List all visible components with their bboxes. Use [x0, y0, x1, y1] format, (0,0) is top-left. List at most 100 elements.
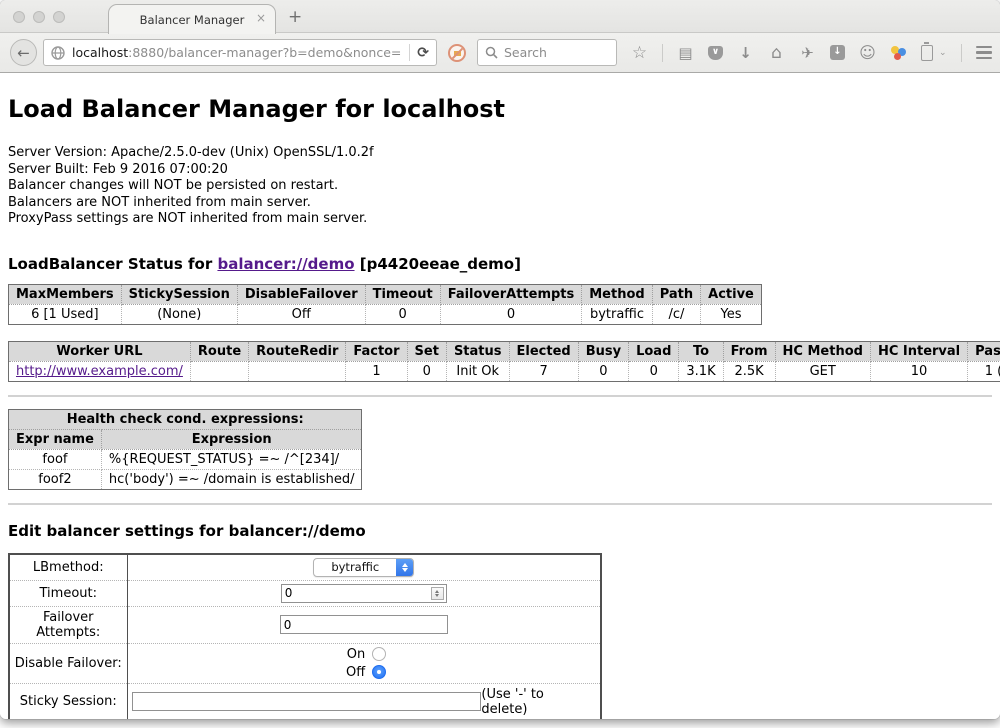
radio-on-label: On [341, 647, 365, 662]
back-button[interactable]: ← [10, 39, 37, 66]
col-expr-name: Expr name [9, 429, 102, 449]
cell-expr-name: foof [9, 449, 102, 469]
dropdown-caret-icon[interactable]: ⌄ [939, 48, 947, 58]
sticky-delete-hint: (Use '-' to delete) [481, 687, 596, 717]
number-spinner-icon[interactable] [431, 587, 444, 600]
health-row: foof2 hc('body') =~ /domain is establish… [9, 469, 362, 489]
home-icon[interactable]: ⌂ [768, 45, 785, 61]
health-title-row: Health check cond. expressions: [9, 409, 362, 429]
zoom-window-button[interactable] [53, 11, 65, 23]
page-content: Load Balancer Manager for localhost Serv… [0, 73, 1000, 719]
status-heading-suffix: [p4420eeae_demo] [355, 255, 521, 273]
col-set: Set [407, 341, 446, 361]
timeout-label: Timeout: [9, 580, 127, 606]
pocket-icon[interactable]: ∨ [708, 46, 723, 60]
cell-passes: 1 (0) [968, 361, 1000, 381]
col-worker-url: Worker URL [9, 341, 191, 361]
search-input[interactable] [504, 45, 604, 60]
failover-attempts-label: Failover Attempts: [9, 606, 127, 643]
col-routeredir: RouteRedir [249, 341, 346, 361]
divider [8, 503, 992, 505]
worker-row: http://www.example.com/ 1 0 Init Ok 7 0 … [9, 361, 1000, 381]
cell-expr-name: foof2 [9, 469, 102, 489]
table-header-row: MaxMembers StickySession DisableFailover… [9, 284, 762, 304]
col-hc-method: HC Method [775, 341, 870, 361]
sticky-session-label: Sticky Session: [9, 683, 127, 719]
cell-path: /c/ [652, 304, 700, 324]
page-title: Load Balancer Manager for localhost [8, 95, 992, 123]
proxypass-notice: ProxyPass settings are NOT inherited fro… [8, 211, 992, 228]
new-tab-button[interactable]: + [288, 7, 302, 27]
cell-from: 2.5K [723, 361, 775, 381]
worker-url-link[interactable]: http://www.example.com/ [16, 364, 183, 379]
timeout-input[interactable] [281, 584, 447, 603]
disable-failover-on-radio[interactable] [372, 647, 386, 661]
server-info: Server Version: Apache/2.5.0-dev (Unix) … [8, 145, 992, 228]
tab-close-icon[interactable]: × [256, 12, 266, 24]
colored-dots-icon[interactable] [890, 45, 907, 61]
balancer-demo-link[interactable]: balancer://demo [217, 255, 354, 273]
col-passes: Passes [968, 341, 1000, 361]
plugin-blocked-icon[interactable] [448, 44, 466, 62]
minimize-window-button[interactable] [33, 11, 45, 23]
health-table-title: Health check cond. expressions: [9, 409, 362, 429]
cell-factor: 1 [346, 361, 407, 381]
col-failoverattempts: FailoverAttempts [440, 284, 582, 304]
cell-load: 0 [629, 361, 679, 381]
lbmethod-select[interactable]: bytraffic [313, 558, 414, 577]
urlbar-divider [409, 44, 410, 61]
disable-failover-off-radio[interactable] [372, 665, 386, 679]
chat-smiley-icon[interactable]: ☺ [859, 45, 876, 61]
cell-elected: 7 [509, 361, 578, 381]
cell-status: Init Ok [446, 361, 509, 381]
edit-settings-heading: Edit balancer settings for balancer://de… [8, 522, 992, 540]
menu-hamburger-icon[interactable] [976, 46, 992, 60]
send-icon[interactable]: ✈ [799, 45, 816, 61]
health-row: foof %{REQUEST_STATUS} =~ /^[234]/ [9, 449, 362, 469]
table-header-row: Expr name Expression [9, 429, 362, 449]
divider [8, 395, 992, 397]
failover-attempts-input[interactable] [280, 615, 448, 634]
form-row-timeout: Timeout: [9, 580, 601, 606]
cell-busy: 0 [578, 361, 628, 381]
cell-worker-url: http://www.example.com/ [9, 361, 191, 381]
addon-download-icon[interactable]: ↓ [830, 45, 845, 60]
search-bar[interactable] [477, 39, 617, 66]
tab-strip: Balancer Manager × + [0, 0, 1000, 33]
col-disablefailover: DisableFailover [237, 284, 365, 304]
close-window-button[interactable] [13, 11, 25, 23]
col-stickysession: StickySession [121, 284, 237, 304]
lbmethod-selected-value: bytraffic [314, 560, 396, 574]
tab-balancer-manager[interactable]: Balancer Manager × [108, 4, 276, 34]
health-check-table: Health check cond. expressions: Expr nam… [8, 409, 362, 490]
bookmarks-menu-icon[interactable]: ▤ [677, 45, 694, 61]
url-host: localhost [72, 45, 128, 60]
col-hc-interval: HC Interval [870, 341, 967, 361]
radio-off-label: Off [341, 665, 365, 680]
col-factor: Factor [346, 341, 407, 361]
col-from: From [723, 341, 775, 361]
toolbar-divider [662, 44, 663, 62]
url-text[interactable]: localhost:8880/balancer-manager?b=demo&n… [72, 45, 402, 60]
downloads-icon[interactable]: ↓ [737, 45, 754, 61]
battery-icon[interactable] [921, 45, 933, 61]
col-status: Status [446, 341, 509, 361]
url-bar[interactable]: localhost:8880/balancer-manager?b=demo&n… [43, 39, 437, 66]
reload-icon[interactable]: ⟳ [417, 45, 429, 61]
bookmark-star-icon[interactable]: ☆ [631, 45, 648, 61]
col-elected: Elected [509, 341, 578, 361]
toolbar-divider [961, 44, 962, 62]
disable-failover-label: Disable Failover: [9, 643, 127, 683]
cell-maxmembers: 6 [1 Used] [9, 304, 122, 324]
col-active: Active [701, 284, 762, 304]
toolbar-icons: ☆ ▤ ∨ ↓ ⌂ ✈ ↓ ☺ ⌄ ▦ [631, 44, 1000, 62]
balancer-summary-table: MaxMembers StickySession DisableFailover… [8, 284, 762, 325]
form-row-sticky-session: Sticky Session: (Use '-' to delete) [9, 683, 601, 719]
cell-method: bytraffic [582, 304, 652, 324]
col-method: Method [582, 284, 652, 304]
form-row-disable-failover: Disable Failover: On Off [9, 643, 601, 683]
sticky-session-input[interactable] [132, 692, 482, 711]
col-path: Path [652, 284, 700, 304]
server-built-line: Server Built: Feb 9 2016 07:00:20 [8, 162, 992, 179]
worker-table: Worker URL Route RouteRedir Factor Set S… [8, 341, 1000, 382]
